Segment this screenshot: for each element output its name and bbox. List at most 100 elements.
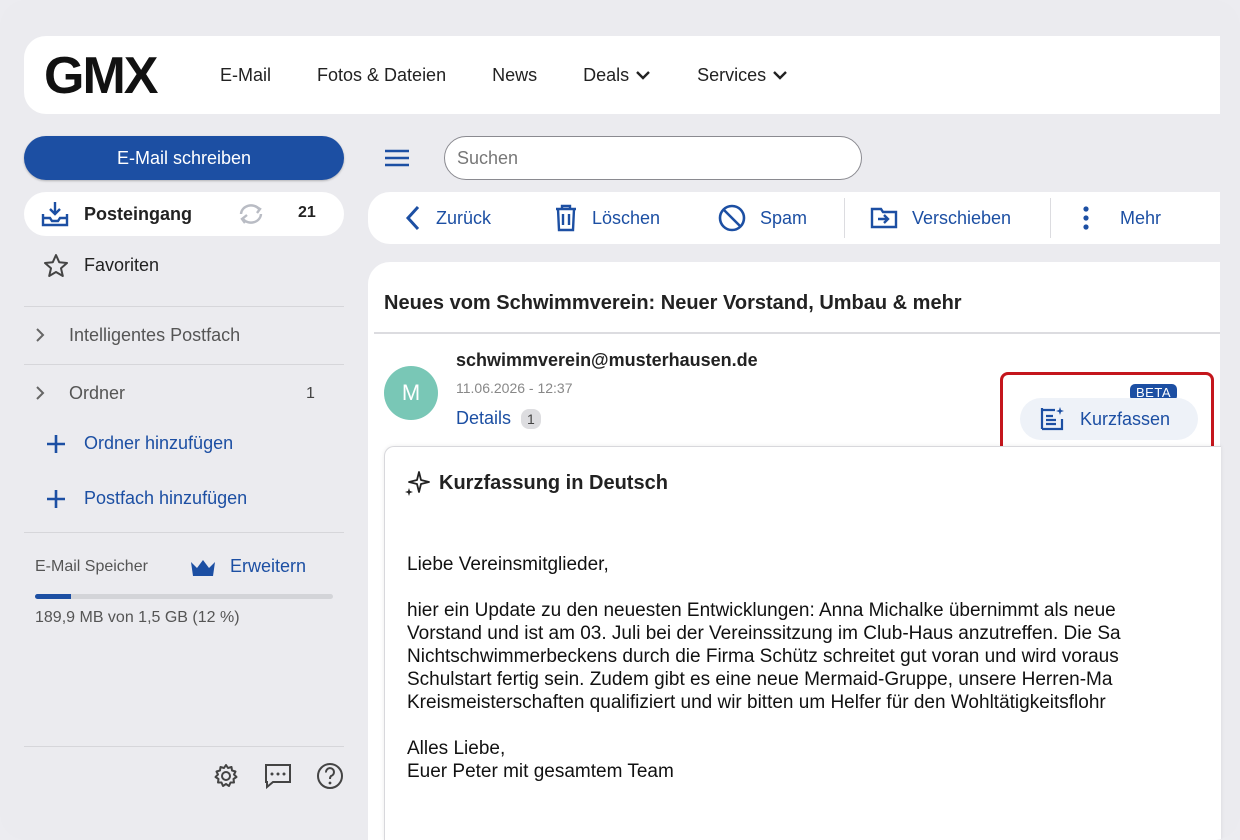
mail-date: 11.06.2026 - 12:37 (456, 380, 573, 396)
nav-news[interactable]: News (492, 65, 537, 86)
arrow-left-icon (405, 205, 420, 231)
details-count-badge: 1 (521, 408, 541, 429)
summary-paragraph: hier ein Update zu den neuesten Entwickl… (407, 599, 1221, 714)
sidebar-divider (24, 306, 344, 307)
help-icon[interactable] (312, 758, 348, 794)
nav-photos-files-label: Fotos & Dateien (317, 64, 447, 85)
top-header: GMX E-Mail Fotos & Dateien News Deals Se… (24, 36, 1220, 114)
subject-divider (374, 332, 1220, 334)
add-folder-button[interactable]: Ordner hinzufügen (24, 424, 344, 464)
spam-button[interactable]: Spam (718, 192, 807, 244)
add-mailbox-label: Postfach hinzufügen (84, 488, 248, 508)
nav-services-label: Services (697, 64, 767, 85)
move-to-folder-icon (870, 207, 898, 229)
sidebar-item-favorites[interactable]: Favoriten (24, 246, 344, 286)
sidebar-item-folders[interactable]: Ordner 1 (24, 372, 344, 416)
nav-services[interactable]: Services (697, 65, 788, 86)
folders-count: 1 (306, 385, 315, 402)
sparkle-icon (405, 471, 430, 496)
summarize-icon (1040, 407, 1064, 431)
spam-label: Spam (760, 207, 808, 228)
more-vertical-icon (1083, 206, 1089, 230)
summary-title: Kurzfassung in Deutsch (439, 471, 668, 494)
sync-icon[interactable] (236, 202, 266, 231)
menu-icon[interactable] (384, 147, 410, 174)
plus-icon (45, 433, 67, 460)
settings-icon[interactable] (208, 758, 244, 794)
delete-label: Löschen (592, 207, 661, 228)
gmx-logo[interactable]: GMX (44, 50, 158, 102)
nav-news-label: News (492, 64, 538, 85)
inbox-icon (40, 200, 70, 233)
trash-icon (556, 204, 576, 232)
delete-button[interactable]: Löschen (554, 192, 660, 244)
block-icon (718, 204, 746, 232)
upgrade-storage-link[interactable]: Erweitern (230, 556, 306, 577)
app-window: GMX E-Mail Fotos & Dateien News Deals Se… (0, 0, 1240, 840)
summarize-label: Kurzfassen (1080, 408, 1171, 429)
details-link[interactable]: Details 1 (456, 408, 541, 429)
plus-icon (45, 488, 67, 515)
summary-line: Kreismeisterschaften qualifiziert und wi… (407, 692, 1106, 713)
more-button[interactable]: Mehr (1082, 192, 1161, 244)
mail-view: Neues vom Schwimmverein: Neuer Vorstand,… (368, 262, 1221, 840)
sidebar-divider (24, 364, 344, 365)
chevron-down-icon (773, 71, 788, 80)
summary-line: Nichtschwimmerbeckens durch die Firma Sc… (407, 646, 1119, 667)
star-icon (42, 252, 70, 285)
sidebar-footer-icons (208, 758, 364, 794)
storage-panel: E-Mail Speicher Erweitern 189,9 MB von 1… (24, 546, 344, 656)
sidebar-item-smart-mailbox[interactable]: Intelligentes Postfach (24, 314, 344, 358)
mail-subject: Neues vom Schwimmverein: Neuer Vorstand,… (384, 292, 962, 314)
summary-closing: Alles Liebe, (407, 738, 506, 759)
summary-greeting: Liebe Vereinsmitglieder, (407, 554, 609, 575)
summary-header: Kurzfassung in Deutsch (403, 469, 668, 497)
more-label: Mehr (1120, 207, 1162, 228)
sender-address[interactable]: schwimmverein@musterhausen.de (456, 350, 758, 371)
summarize-button[interactable]: Kurzfassen (1020, 398, 1198, 440)
summary-closing-block: Alles Liebe, Euer Peter mit gesamtem Tea… (407, 737, 1221, 783)
top-navigation: E-Mail Fotos & Dateien News Deals Servic… (220, 36, 834, 114)
add-mailbox-button[interactable]: Postfach hinzufügen (24, 479, 344, 519)
nav-email-label: E-Mail (220, 64, 272, 85)
toolbar-separator (1050, 198, 1051, 238)
sidebar-divider (24, 532, 344, 533)
back-button[interactable]: Zurück (404, 192, 491, 244)
main-content: Zurück Löschen Spam Verschieben Mehr N (366, 136, 1221, 840)
details-label: Details (456, 408, 512, 428)
feedback-icon[interactable] (260, 758, 296, 794)
favorites-label: Favoriten (84, 255, 160, 275)
sidebar-item-inbox[interactable]: Posteingang 21 (24, 192, 344, 236)
sidebar-divider (24, 746, 344, 747)
nav-deals-label: Deals (583, 64, 630, 85)
avatar[interactable]: M (384, 366, 438, 420)
search-input[interactable] (444, 136, 862, 180)
inbox-label: Posteingang (84, 204, 193, 224)
storage-progress-fill (35, 594, 71, 599)
compose-email-button[interactable]: E-Mail schreiben (24, 136, 344, 180)
folders-label: Ordner (69, 383, 126, 403)
move-button[interactable]: Verschieben (870, 192, 1011, 244)
nav-email[interactable]: E-Mail (220, 65, 271, 86)
summary-line: hier ein Update zu den neuesten Entwickl… (407, 600, 1116, 621)
summary-signature: Euer Peter mit gesamtem Team (407, 761, 674, 782)
summary-body: Liebe Vereinsmitglieder, hier ein Update… (407, 553, 1221, 783)
add-folder-label: Ordner hinzufügen (84, 433, 234, 453)
mail-toolbar: Zurück Löschen Spam Verschieben Mehr (368, 192, 1220, 244)
nav-deals[interactable]: Deals (583, 65, 651, 86)
summary-line: Schulstart fertig sein. Zudem gibt es ei… (407, 669, 1113, 690)
chevron-right-icon (34, 384, 46, 407)
sidebar: E-Mail schreiben Posteingang 21 Favorite… (24, 136, 344, 816)
smart-mailbox-label: Intelligentes Postfach (69, 325, 241, 345)
nav-photos-files[interactable]: Fotos & Dateien (317, 65, 446, 86)
toolbar-separator (844, 198, 845, 238)
storage-label: E-Mail Speicher (35, 558, 148, 575)
crown-icon[interactable] (188, 556, 218, 585)
storage-progress-bar (35, 594, 333, 599)
back-label: Zurück (436, 207, 492, 228)
inbox-count: 21 (298, 204, 316, 221)
summary-line: Vorstand und ist am 03. Juli bei der Ver… (407, 623, 1121, 644)
summary-card: Kurzfassung in Deutsch Liebe Vereinsmitg… (384, 446, 1221, 840)
move-label: Verschieben (912, 207, 1012, 228)
chevron-down-icon (636, 71, 650, 80)
